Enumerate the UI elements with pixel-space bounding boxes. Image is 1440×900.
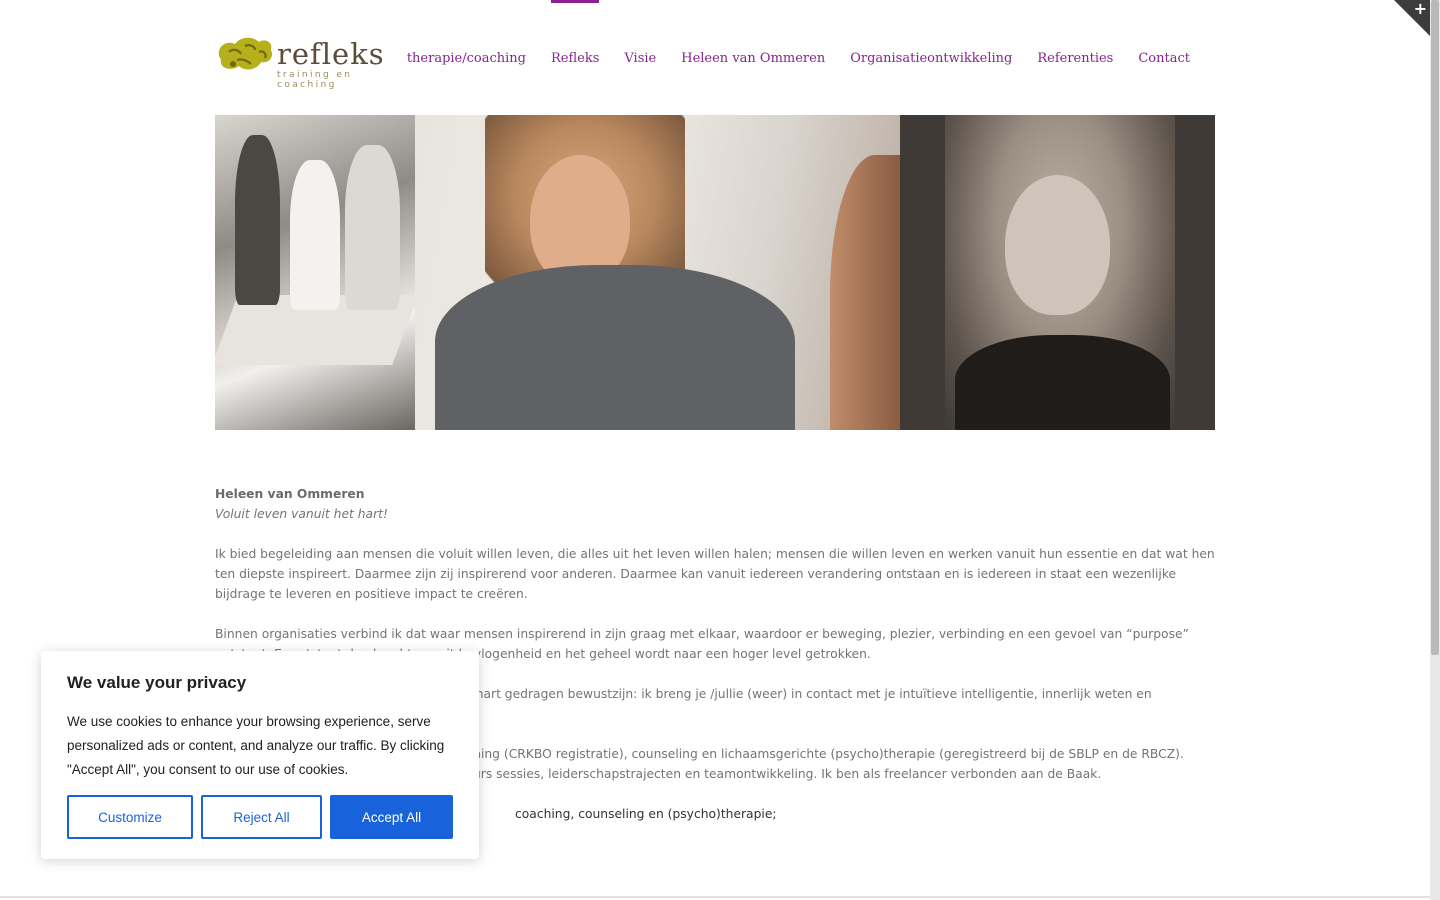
cookie-description: We use cookies to enhance your browsing … xyxy=(67,714,445,777)
photo-person xyxy=(235,135,280,305)
plus-icon[interactable]: + xyxy=(1414,0,1427,19)
cookie-title: We value your privacy xyxy=(67,673,247,692)
accept-all-button[interactable]: Accept All xyxy=(330,795,453,839)
logo-wordmark: refleks xyxy=(277,37,385,71)
laughing-woman-photo xyxy=(415,115,920,430)
cookie-buttons: Customize Reject All Accept All xyxy=(67,795,453,839)
workshop-photo xyxy=(215,115,418,430)
photo-sweater xyxy=(435,265,795,430)
nav-item-referenties[interactable]: Referenties xyxy=(1012,0,1113,115)
tagline: Voluit leven vanuit het hart! xyxy=(215,507,388,521)
nav-item-visie[interactable]: Visie xyxy=(599,0,656,115)
photo-person xyxy=(290,160,340,310)
hero-banner xyxy=(215,115,1215,430)
nav-item-organisatieontwikkeling[interactable]: Organisatieontwikkeling xyxy=(825,0,1012,115)
intro-paragraph: Ik bied begeleiding aan mensen die volui… xyxy=(215,547,1215,601)
portrait-photo xyxy=(900,115,1215,430)
cookie-consent-banner: We value your privacy We use cookies to … xyxy=(41,651,479,859)
main-navigation: therapie/coaching Refleks Visie Heleen v… xyxy=(382,0,1190,115)
site-header: refleks training en coaching therapie/co… xyxy=(215,0,1215,115)
logo-mark-icon xyxy=(218,37,273,70)
scrollbar-thumb[interactable] xyxy=(1431,0,1439,655)
page-scrollbar[interactable] xyxy=(1430,0,1440,900)
person-name: Heleen van Ommeren xyxy=(215,487,365,501)
portrait-face xyxy=(1005,175,1110,315)
nav-item-therapie-coaching[interactable]: therapie/coaching xyxy=(382,0,526,115)
reject-all-button[interactable]: Reject All xyxy=(201,795,322,839)
customize-button[interactable]: Customize xyxy=(67,795,193,839)
photo-person xyxy=(345,145,400,310)
nav-item-refleks[interactable]: Refleks xyxy=(526,0,600,115)
portrait-shirt xyxy=(955,335,1170,430)
footer-divider xyxy=(0,896,1430,898)
nav-item-heleen-van-ommeren[interactable]: Heleen van Ommeren xyxy=(656,0,825,115)
nav-item-contact[interactable]: Contact xyxy=(1113,0,1190,115)
